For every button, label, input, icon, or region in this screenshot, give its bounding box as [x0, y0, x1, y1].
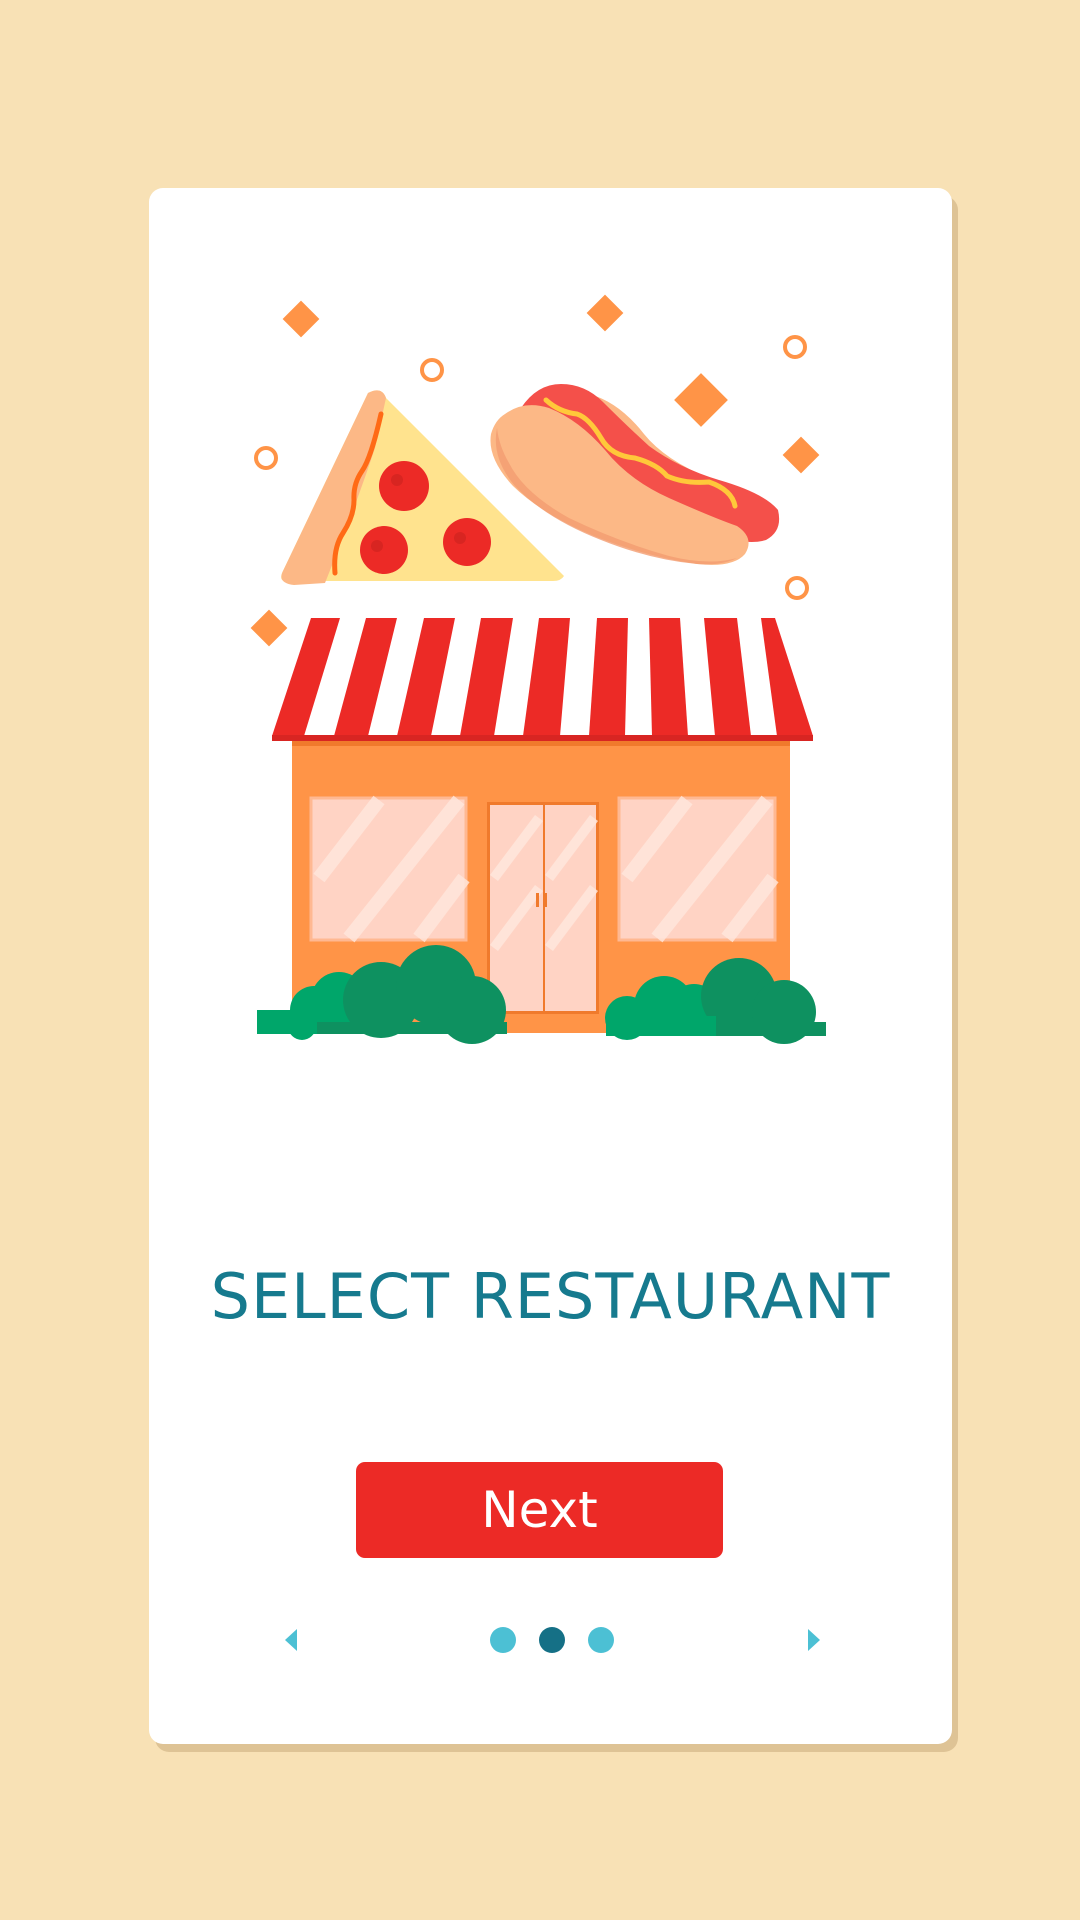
restaurant-illustration	[250, 294, 826, 1044]
chevron-right-icon[interactable]	[799, 1622, 827, 1658]
pagination-dot[interactable]	[588, 1627, 614, 1653]
pagination-dot-active[interactable]	[539, 1627, 565, 1653]
hot-dog-icon	[490, 384, 780, 565]
restaurant-storefront-icon	[257, 618, 826, 1044]
onboarding-title: SELECT RESTAURANT	[210, 1260, 891, 1333]
next-button[interactable]: Next	[356, 1462, 723, 1558]
pagination-dots	[487, 1627, 617, 1653]
pagination-dot[interactable]	[490, 1627, 516, 1653]
chevron-left-icon[interactable]	[278, 1622, 306, 1658]
onboarding-card: SELECT RESTAURANT Next	[149, 188, 952, 1744]
